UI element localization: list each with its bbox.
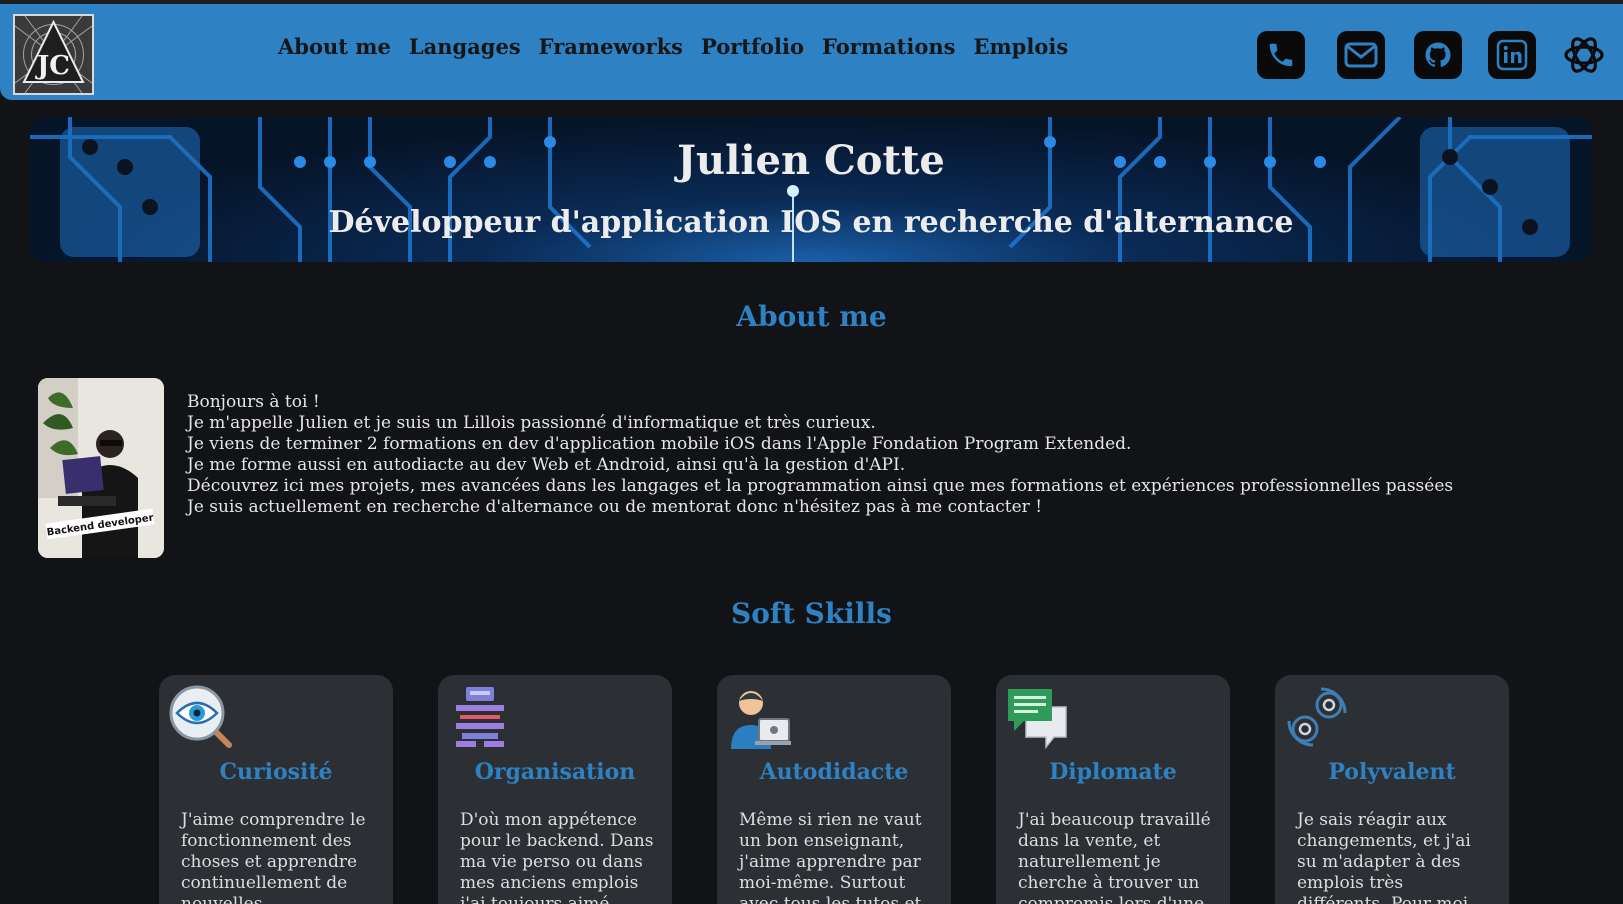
about-line: Je me forme aussi en autodiacte au dev W… [187,455,906,475]
svg-text:JC: JC [35,51,70,81]
nav-link-about-me[interactable]: About me [278,34,391,59]
nav-link-langages[interactable]: Langages [409,34,521,59]
soft-skills-section-title: Soft Skills [731,597,892,630]
skill-card-title: Autodidacte [759,759,909,785]
about-line: Je suis actuellement en recherche d'alte… [187,497,1043,517]
about-line: Je viens de terminer 2 formations en dev… [187,434,1132,454]
about-line: Je m'appelle Julien et je suis un Lilloi… [187,413,876,433]
skill-card-autodidacte: Autodidacte Même si rien ne vaut un bon … [717,675,951,904]
site-logo[interactable]: JC [13,14,94,95]
about-text: Bonjours à toi ! Je m'appelle Julien et … [187,392,1453,518]
openai-icon[interactable] [1562,31,1606,79]
eye-magnifier-icon [169,685,232,748]
hero-subtitle: Développeur d'application IOS en recherc… [328,205,1294,240]
github-icon[interactable] [1414,31,1462,79]
nav-link-frameworks[interactable]: Frameworks [539,34,683,59]
skill-card-polyvalent: Polyvalent Je sais réagir aux changement… [1275,675,1509,904]
nav-link-portfolio[interactable]: Portfolio [701,34,804,59]
skill-card-title: Diplomate [1049,759,1177,785]
skill-card-title: Curiosité [219,759,333,785]
nav-link-emplois[interactable]: Emplois [973,34,1068,59]
chat-bubbles-icon [1008,689,1067,749]
skill-card-title: Polyvalent [1328,759,1456,785]
gears-cycle-icon [1287,687,1347,747]
skill-card-text: J'ai beaucoup travaillé dans la vente, e… [1018,810,1211,904]
profile-photo: Backend developer [38,378,164,558]
about-line: Bonjours à toi ! [187,392,320,412]
nav-link-formations[interactable]: Formations [822,34,955,59]
hero-title: Julien Cotte [677,137,945,184]
hero-banner: Julien Cotte Développeur d'application I… [30,117,1592,262]
skill-card-text: D'où mon appétence pour le backend. Dans… [460,810,654,904]
person-laptop-icon [731,691,791,749]
phone-icon[interactable] [1257,31,1305,79]
skill-card-text: Même si rien ne vaut un bon enseignant, … [739,810,922,904]
skill-card-organisation: Organisation D'où mon appétence pour le … [438,675,672,904]
about-line: Découvrez ici mes projets, mes avancées … [187,476,1454,496]
mail-icon[interactable] [1337,31,1385,79]
navbar: JC About me Langages Frameworks Portfoli… [0,4,1623,100]
main-nav: About me Langages Frameworks Portfolio F… [278,34,1086,59]
linkedin-icon[interactable] [1488,31,1536,79]
soft-skills-cards: Curiosité J'aime comprendre le fonctionn… [159,675,1554,904]
about-section-title: About me [736,300,887,333]
skill-card-diplomate: Diplomate J'ai beaucoup travaillé dans l… [996,675,1230,904]
skill-card-curiosite: Curiosité J'aime comprendre le fonctionn… [159,675,393,904]
skill-card-text: J'aime comprendre le fonctionnement des … [181,810,366,904]
skill-card-text: Je sais réagir aux changements, et j'ai … [1297,810,1471,904]
skill-card-title: Organisation [474,759,636,785]
server-stack-icon [456,687,504,747]
